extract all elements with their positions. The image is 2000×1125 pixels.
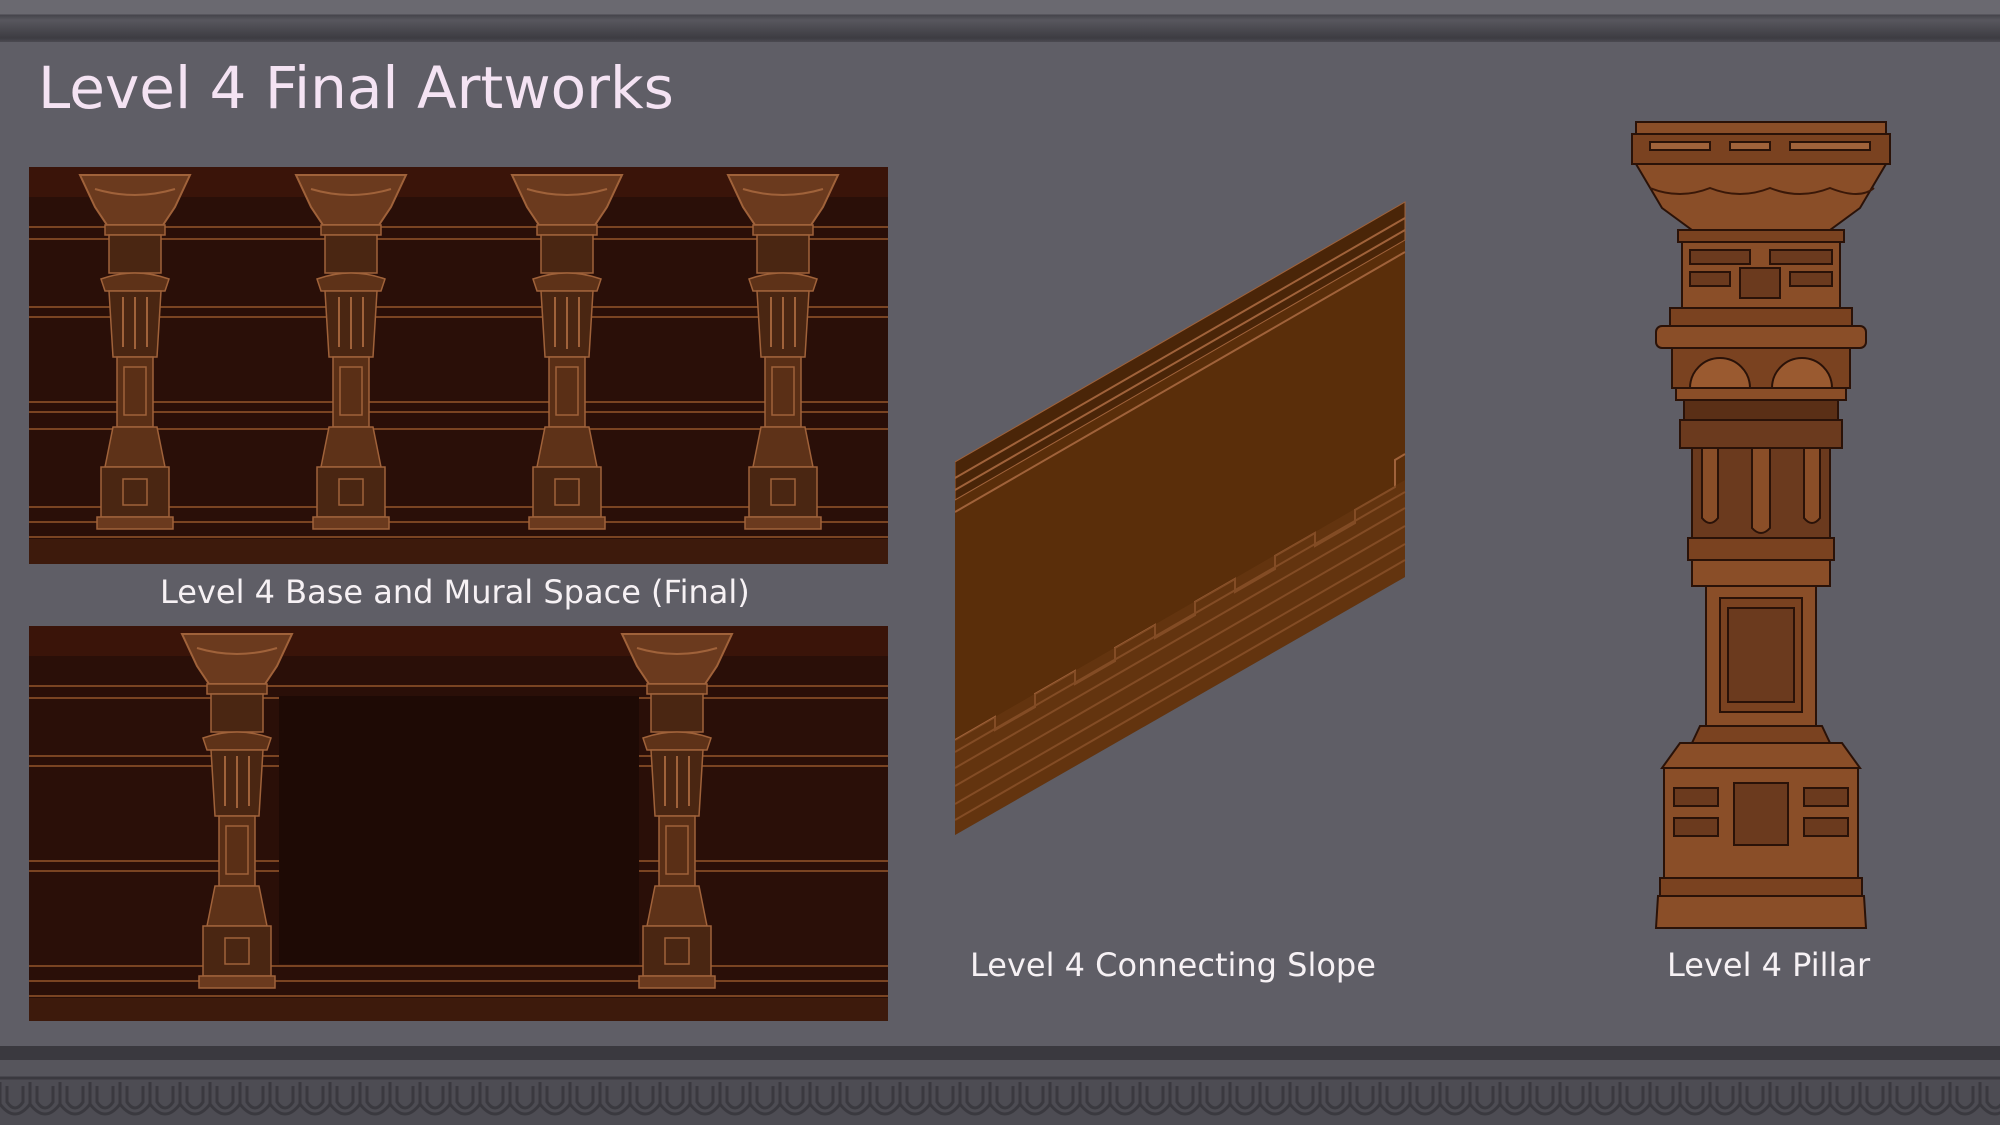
level-4-mural-space-artwork — [29, 626, 888, 1021]
caption-base-and-mural: Level 4 Base and Mural Space (Final) — [160, 573, 750, 611]
level-4-connecting-slope-artwork — [955, 201, 1406, 835]
top-border — [0, 0, 2000, 42]
caption-pillar: Level 4 Pillar — [1667, 946, 1871, 984]
bottom-decorative-border — [0, 1046, 2000, 1125]
level-4-base-artwork — [29, 167, 888, 564]
caption-connecting-slope: Level 4 Connecting Slope — [970, 946, 1376, 984]
level-4-pillar-artwork — [1631, 121, 1891, 929]
slide-title: Level 4 Final Artworks — [38, 54, 674, 122]
